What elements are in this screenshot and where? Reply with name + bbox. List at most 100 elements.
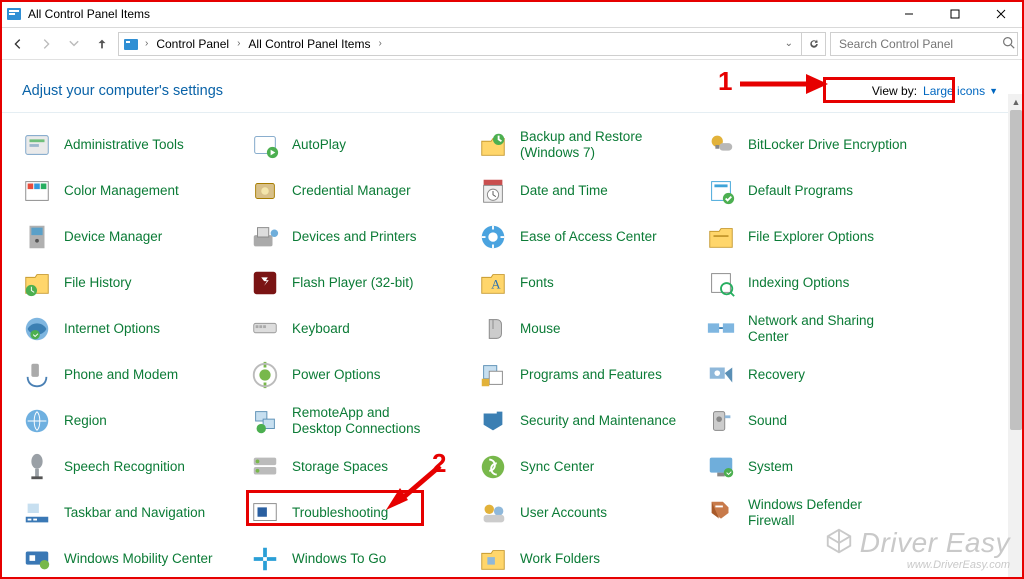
cpl-item[interactable]: Credential Manager [246, 173, 474, 209]
cpl-item-label: Indexing Options [748, 275, 849, 291]
cpl-item-label: Security and Maintenance [520, 413, 676, 429]
cpl-item-icon [22, 544, 52, 574]
cpl-item-label: Windows Defender Firewall [748, 497, 898, 528]
cpl-item-icon [706, 176, 736, 206]
toolbar: › Control Panel › All Control Panel Item… [0, 28, 1024, 60]
vertical-scrollbar[interactable]: ▲ [1008, 110, 1024, 579]
chevron-icon[interactable]: › [235, 38, 242, 49]
cpl-item[interactable]: Work Folders [474, 541, 702, 577]
breadcrumb-all-items[interactable]: All Control Panel Items [246, 37, 372, 51]
search-icon[interactable] [1002, 36, 1015, 52]
cpl-item[interactable]: Keyboard [246, 311, 474, 347]
cpl-item[interactable]: Windows To Go [246, 541, 474, 577]
cpl-item-label: Taskbar and Navigation [64, 505, 205, 521]
cpl-item-icon [706, 452, 736, 482]
cpl-item-icon [250, 544, 280, 574]
search-input[interactable] [837, 36, 996, 52]
cpl-item[interactable]: RemoteApp and Desktop Connections [246, 403, 474, 439]
chevron-icon[interactable]: › [376, 38, 383, 49]
cpl-item-label: Region [64, 413, 107, 429]
cpl-item-icon [478, 452, 508, 482]
window-title: All Control Panel Items [28, 7, 150, 21]
cpl-item-label: Default Programs [748, 183, 853, 199]
search-box[interactable] [830, 32, 1018, 56]
cpl-item[interactable]: Mouse [474, 311, 702, 347]
cpl-item-icon [706, 268, 736, 298]
cpl-item[interactable]: Indexing Options [702, 265, 930, 301]
cpl-item-label: Flash Player (32-bit) [292, 275, 414, 291]
cpl-item-label: Administrative Tools [64, 137, 184, 153]
cpl-item-icon [250, 452, 280, 482]
cpl-item[interactable]: Sync Center [474, 449, 702, 485]
cpl-item[interactable]: Programs and Features [474, 357, 702, 393]
cpl-item-icon [706, 222, 736, 252]
cpl-item-label: Keyboard [292, 321, 350, 337]
cpl-item-label: RemoteApp and Desktop Connections [292, 405, 442, 436]
cpl-item-label: Work Folders [520, 551, 600, 567]
cpl-item-label: Sound [748, 413, 787, 429]
cpl-item-label: Ease of Access Center [520, 229, 657, 245]
recent-dropdown[interactable] [62, 32, 86, 56]
cpl-item[interactable]: Backup and Restore (Windows 7) [474, 127, 702, 163]
cpl-item[interactable]: AFonts [474, 265, 702, 301]
cpl-item-label: Programs and Features [520, 367, 662, 383]
cpl-item[interactable]: Network and Sharing Center [702, 311, 930, 347]
cpl-item[interactable]: Color Management [18, 173, 246, 209]
cpl-item[interactable]: Internet Options [18, 311, 246, 347]
cpl-item-icon [478, 222, 508, 252]
cpl-item[interactable]: Phone and Modem [18, 357, 246, 393]
cpl-item[interactable]: Power Options [246, 357, 474, 393]
chevron-icon[interactable]: › [143, 38, 150, 49]
cpl-item[interactable]: Taskbar and Navigation [18, 495, 246, 531]
cpl-item-icon [22, 222, 52, 252]
address-dropdown-icon[interactable]: ⌄ [781, 38, 797, 49]
cpl-item-label: Sync Center [520, 459, 594, 475]
forward-button[interactable] [34, 32, 58, 56]
cpl-item[interactable]: Date and Time [474, 173, 702, 209]
cpl-item[interactable]: Device Manager [18, 219, 246, 255]
cpl-item-icon [22, 452, 52, 482]
cpl-item[interactable]: Windows Mobility Center [18, 541, 246, 577]
cpl-item[interactable]: Speech Recognition [18, 449, 246, 485]
cpl-item-label: Power Options [292, 367, 381, 383]
close-button[interactable] [978, 0, 1024, 28]
refresh-button[interactable] [802, 32, 826, 56]
cpl-item[interactable]: Security and Maintenance [474, 403, 702, 439]
back-button[interactable] [6, 32, 30, 56]
cpl-item-label: Devices and Printers [292, 229, 417, 245]
cpl-item-icon [22, 130, 52, 160]
cpl-item[interactable]: Sound [702, 403, 930, 439]
view-by-selector[interactable]: View by: Large icons ▼ [864, 80, 1006, 102]
minimize-button[interactable] [886, 0, 932, 28]
cpl-item[interactable]: Flash Player (32-bit) [246, 265, 474, 301]
cpl-item[interactable]: User Accounts [474, 495, 702, 531]
cpl-item[interactable]: File Explorer Options [702, 219, 930, 255]
maximize-button[interactable] [932, 0, 978, 28]
cpl-item-icon [478, 360, 508, 390]
scroll-up-arrow[interactable]: ▲ [1008, 94, 1024, 110]
cpl-item-label: Mouse [520, 321, 561, 337]
cpl-item[interactable]: Administrative Tools [18, 127, 246, 163]
cpl-item-label: Troubleshooting [292, 505, 388, 521]
cpl-item[interactable]: BitLocker Drive Encryption [702, 127, 930, 163]
cpl-item[interactable]: Windows Defender Firewall [702, 495, 930, 531]
cpl-item-icon [478, 130, 508, 160]
cpl-item-label: Credential Manager [292, 183, 411, 199]
cpl-item-icon [22, 406, 52, 436]
cpl-item[interactable]: AutoPlay [246, 127, 474, 163]
scrollbar-thumb[interactable] [1010, 110, 1022, 430]
up-button[interactable] [90, 32, 114, 56]
cpl-item-label: Speech Recognition [64, 459, 185, 475]
cpl-item[interactable]: Default Programs [702, 173, 930, 209]
cpl-item[interactable]: Devices and Printers [246, 219, 474, 255]
cpl-item-icon [250, 130, 280, 160]
cpl-item[interactable]: Region [18, 403, 246, 439]
cpl-item[interactable]: File History [18, 265, 246, 301]
cpl-item[interactable]: Recovery [702, 357, 930, 393]
address-bar[interactable]: › Control Panel › All Control Panel Item… [118, 32, 802, 56]
cpl-item[interactable]: System [702, 449, 930, 485]
breadcrumb-control-panel[interactable]: Control Panel [154, 37, 231, 51]
cpl-item[interactable]: Ease of Access Center [474, 219, 702, 255]
cpl-item-icon [478, 314, 508, 344]
cpl-item-label: Network and Sharing Center [748, 313, 898, 344]
